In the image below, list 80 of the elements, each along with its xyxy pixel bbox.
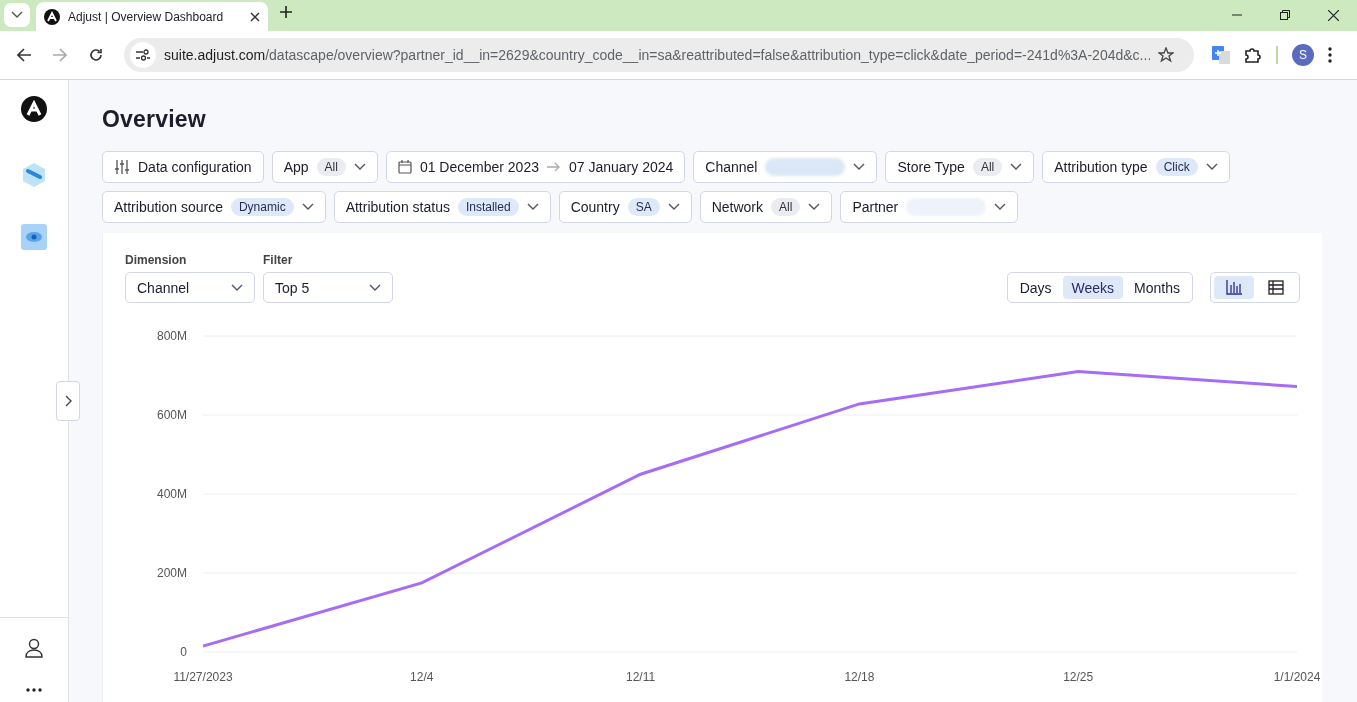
filter-dropdown[interactable]: Attribution type Click xyxy=(1042,151,1230,183)
chevron-down-icon xyxy=(231,283,243,292)
page-title: Overview xyxy=(102,106,207,133)
filter-dropdown[interactable]: App All xyxy=(271,151,378,183)
filter-dropdown[interactable]: Store Type All xyxy=(885,151,1035,183)
x-axis-label: 12/11 xyxy=(626,670,656,684)
x-axis-label: 11/27/2023 xyxy=(173,670,233,684)
filter-dropdown[interactable]: Country SA xyxy=(558,191,692,223)
chevron-down-icon xyxy=(853,163,866,171)
url-text: suite.adjust.com/datascape/overview?partner_id__in=2629&country_code__in=sa&reattributed=false&attribution_type=click&date_period=-241d%3A-204d&c... xyxy=(164,47,1150,63)
hexagon-icon[interactable] xyxy=(21,162,47,188)
data-configuration-button[interactable]: Data configuration xyxy=(102,151,264,183)
star-icon[interactable] xyxy=(1158,47,1174,63)
date-range-picker[interactable]: 01 December 2023 07 January 2024 xyxy=(385,151,686,183)
user-icon[interactable] xyxy=(25,638,43,658)
y-axis-label: 600M xyxy=(156,408,187,422)
period-tab[interactable]: Days xyxy=(1010,276,1061,299)
filter-dropdown[interactable]: Network All xyxy=(699,191,833,223)
field-label: Filter xyxy=(263,253,294,267)
more-icon[interactable] xyxy=(26,688,42,692)
x-axis-label: 12/18 xyxy=(844,670,875,684)
site-settings-icon xyxy=(136,49,150,61)
chevron-down-icon xyxy=(353,163,366,171)
arrow-left-icon xyxy=(17,48,31,62)
browser-tab[interactable]: Adjust | Overview Dashboard xyxy=(36,2,268,31)
value-badge: SA xyxy=(627,198,660,216)
sliders-icon xyxy=(114,159,130,175)
profile-avatar[interactable]: S xyxy=(1292,44,1314,66)
x-axis-label: 1/1/2024 xyxy=(1273,670,1321,684)
value-badge: Dynamic xyxy=(230,198,294,216)
y-axis-label: 800M xyxy=(156,329,187,343)
app-logo-icon[interactable] xyxy=(21,96,47,122)
plus-icon xyxy=(280,6,292,18)
translate-icon[interactable] xyxy=(1212,46,1230,64)
chevron-right-icon xyxy=(64,395,72,407)
period-tab[interactable]: Months xyxy=(1125,276,1189,299)
chevron-down-icon xyxy=(526,203,539,211)
chevron-down-icon xyxy=(994,203,1007,211)
x-axis-label: 12/25 xyxy=(1063,670,1094,684)
chevron-down-icon xyxy=(301,203,314,211)
restore-icon xyxy=(1280,10,1290,20)
address-bar[interactable]: suite.adjust.com/datascape/overview?partner_id__in=2629&country_code__in=sa&reattributed=false&attribution_type=click&date_period=-241d%3A-204d&c... xyxy=(124,38,1194,72)
chevron-down-icon xyxy=(808,203,821,211)
calendar-icon xyxy=(397,160,412,174)
filter-select[interactable]: Top 5 xyxy=(263,272,393,303)
table-icon xyxy=(1268,280,1284,295)
value-badge: All xyxy=(771,198,801,216)
filter-dropdown[interactable]: Channel xyxy=(693,151,878,183)
arrow-right-icon xyxy=(53,48,67,62)
filter-dropdown[interactable]: Attribution source Dynamic xyxy=(102,191,326,223)
value-badge: Installed xyxy=(457,198,519,216)
chevron-down-icon xyxy=(667,203,680,211)
close-icon[interactable] xyxy=(250,11,260,22)
y-axis-label: 200M xyxy=(156,566,187,580)
value-badge: Click xyxy=(1155,158,1198,176)
view-tab[interactable] xyxy=(1214,276,1254,299)
period-tab[interactable]: Weeks xyxy=(1062,276,1124,299)
y-axis-label: 0 xyxy=(180,645,187,659)
close-icon xyxy=(1327,9,1339,21)
value-badge: All xyxy=(316,158,346,176)
minimize-icon xyxy=(1232,14,1242,16)
bar-chart-icon xyxy=(1226,280,1242,295)
puzzle-icon[interactable] xyxy=(1244,46,1262,64)
app-logo-icon xyxy=(44,8,60,25)
field-label: Dimension xyxy=(125,253,188,267)
chevron-down-icon xyxy=(1205,163,1218,171)
x-axis-label: 12/4 xyxy=(410,670,434,684)
dimension-select[interactable]: Channel xyxy=(125,272,255,303)
arrow-right-icon xyxy=(547,162,561,172)
y-axis-label: 400M xyxy=(156,487,187,501)
filter-dropdown[interactable]: Partner xyxy=(840,191,1019,223)
value-badge: All xyxy=(972,158,1003,176)
filter-dropdown[interactable]: Attribution status Installed xyxy=(333,191,551,223)
menu-icon[interactable] xyxy=(1328,47,1332,63)
chevron-down-icon xyxy=(1010,163,1023,171)
eye-icon[interactable] xyxy=(21,224,47,250)
chevron-down-icon xyxy=(11,11,23,19)
reload-icon xyxy=(89,48,103,62)
chevron-down-icon xyxy=(369,283,381,292)
tab-title: Adjust | Overview Dashboard xyxy=(68,9,225,24)
